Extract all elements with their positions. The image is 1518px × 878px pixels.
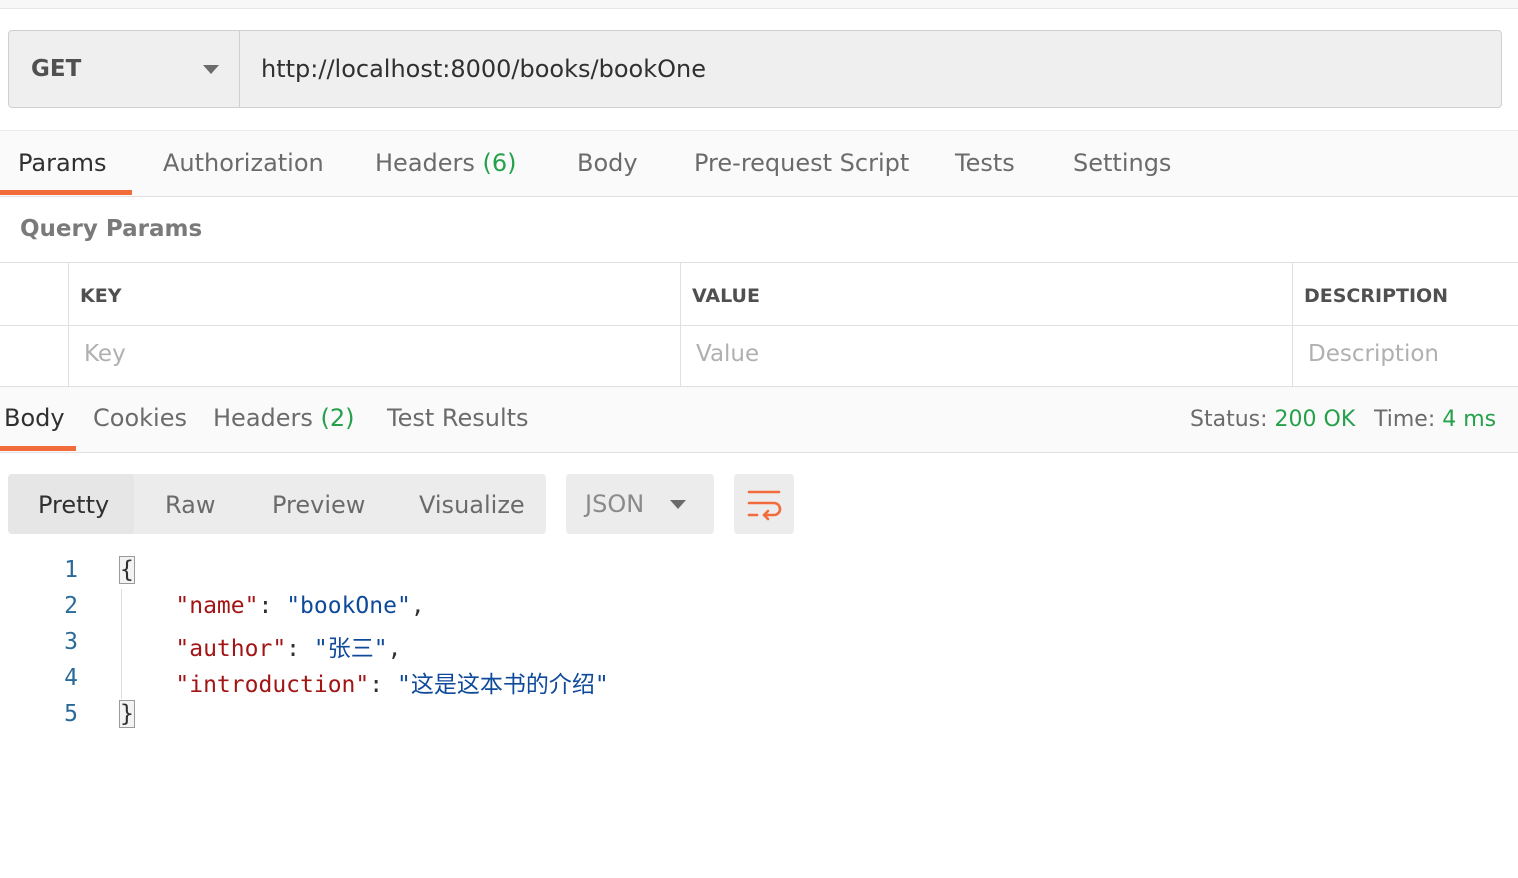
top-strip: [0, 0, 1518, 9]
tab-settings[interactable]: Settings: [1073, 149, 1171, 177]
json-value: "bookOne": [286, 593, 411, 619]
json-comma: ,: [410, 593, 425, 619]
view-mode-group: Pretty Raw Preview Visualize: [8, 474, 546, 534]
response-tab-headers-label: Headers: [213, 404, 313, 432]
table-divider: [0, 325, 1518, 326]
json-comma: ,: [387, 636, 402, 662]
response-tab-headers[interactable]: Headers (2): [213, 404, 355, 432]
view-preview-button[interactable]: Preview: [272, 491, 365, 519]
column-header-value: VALUE: [692, 285, 760, 307]
response-headers-count: (2): [320, 404, 355, 432]
column-header-key: KEY: [80, 285, 122, 307]
tab-body[interactable]: Body: [577, 149, 638, 177]
tab-params[interactable]: Params: [18, 149, 107, 177]
tab-headers[interactable]: Headers (6): [375, 149, 517, 177]
code-line-close: }: [119, 700, 135, 728]
view-raw-button[interactable]: Raw: [165, 491, 215, 519]
active-tab-indicator: [0, 190, 132, 195]
column-header-description: DESCRIPTION: [1304, 285, 1449, 307]
time-value: 4 ms: [1442, 407, 1497, 432]
column-divider: [68, 263, 69, 387]
line-number: 2: [64, 593, 78, 619]
status-value: 200 OK: [1274, 407, 1356, 432]
line-number: 4: [64, 665, 78, 691]
response-tab-test-results[interactable]: Test Results: [387, 404, 529, 432]
code-line-author: "author": "张三",: [175, 636, 402, 662]
response-tabs: Body Cookies Headers (2) Test Results St…: [0, 387, 1518, 453]
tab-authorization[interactable]: Authorization: [163, 149, 324, 177]
description-input[interactable]: Description: [1308, 341, 1439, 367]
column-divider: [680, 263, 681, 387]
request-tabs: Params Authorization Headers (6) Body Pr…: [0, 130, 1518, 197]
time-readout: Time: 4 ms: [1374, 407, 1496, 432]
url-input[interactable]: http://localhost:8000/books/bookOne: [240, 31, 706, 107]
tab-pre-request-script[interactable]: Pre-request Script: [694, 149, 909, 177]
headers-count: (6): [482, 149, 517, 177]
json-value: "张三": [313, 636, 388, 662]
line-number: 5: [64, 701, 78, 727]
time-label: Time:: [1374, 407, 1436, 432]
method-label: GET: [31, 56, 82, 82]
status-readout: Status: 200 OK: [1190, 407, 1355, 432]
json-value: "这是这本书的介绍": [396, 672, 609, 698]
format-label: JSON: [585, 490, 645, 518]
line-number: 3: [64, 629, 78, 655]
code-line-name: "name": "bookOne",: [175, 593, 425, 619]
status-label: Status:: [1190, 407, 1268, 432]
response-tab-cookies[interactable]: Cookies: [93, 404, 187, 432]
wrap-lines-button[interactable]: [734, 474, 794, 534]
value-input[interactable]: Value: [696, 341, 759, 367]
view-visualize-button[interactable]: Visualize: [419, 491, 525, 519]
method-select[interactable]: GET: [9, 31, 240, 107]
matched-brace-open: {: [119, 556, 135, 584]
active-response-tab-indicator: [0, 446, 76, 451]
code-line-introduction: "introduction": "这是这本书的介绍": [175, 672, 609, 698]
key-input[interactable]: Key: [84, 341, 126, 367]
line-number: 1: [64, 557, 78, 583]
query-params-title: Query Params: [20, 216, 203, 242]
chevron-down-icon: [670, 500, 686, 509]
column-divider: [1292, 263, 1293, 387]
format-select[interactable]: JSON: [566, 474, 714, 534]
json-key: "author": [175, 636, 287, 662]
json-key: "introduction": [175, 672, 370, 698]
response-tab-body[interactable]: Body: [4, 404, 65, 432]
matched-brace-close: }: [119, 700, 135, 728]
query-params-table: KEY VALUE DESCRIPTION Key Value Descript…: [0, 262, 1518, 387]
request-url-bar: GET http://localhost:8000/books/bookOne: [8, 30, 1502, 108]
json-key: "name": [175, 593, 259, 619]
wrap-lines-icon: [747, 490, 782, 521]
view-pretty-button[interactable]: Pretty: [38, 491, 109, 519]
chevron-down-icon: [203, 64, 219, 74]
code-line-open: {: [119, 556, 135, 584]
tab-headers-label: Headers: [375, 149, 475, 177]
tab-tests[interactable]: Tests: [955, 149, 1015, 177]
